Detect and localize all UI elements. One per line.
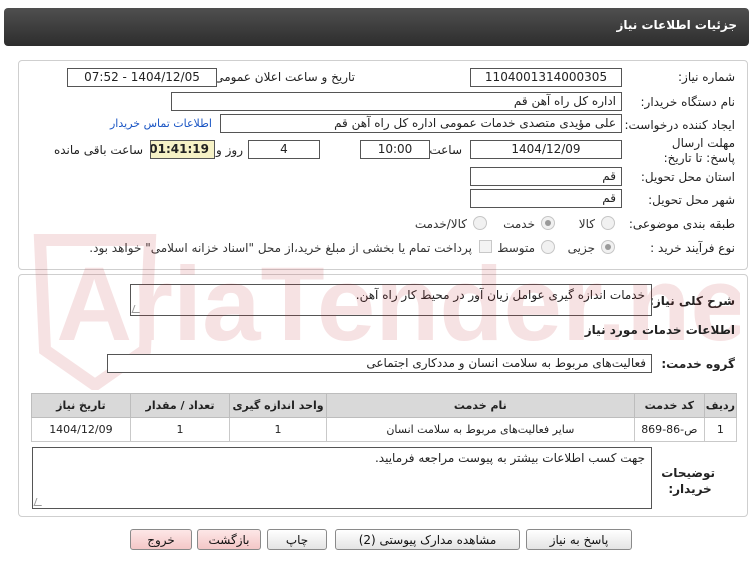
cell-service-code: ص-86-869 <box>633 417 705 442</box>
table-header-row: ردیف کد خدمت نام خدمت واحد اندازه گیری ت… <box>31 393 738 418</box>
days-field: 4 <box>248 140 320 159</box>
col-unit: واحد اندازه گیری <box>229 393 327 418</box>
resize-grip-icon[interactable] <box>131 305 143 313</box>
buyer-org-field: اداره کل راه آهن قم <box>171 92 622 111</box>
view-attachments-button[interactable]: مشاهده مدارک پیوستی (2) <box>335 529 520 550</box>
process-option-minor: جزیی <box>567 241 595 255</box>
buyer-notes-label: توضیحات خریدار: <box>661 466 715 496</box>
resize-grip-icon[interactable] <box>33 498 45 506</box>
table-row: 1 ص-86-869 سایر فعالیت‌های مربوط به سلام… <box>31 417 738 442</box>
process-radio-medium[interactable] <box>541 240 555 254</box>
category-radio-goods-service[interactable] <box>473 216 487 230</box>
category-option-goods: کالا <box>578 217 595 231</box>
cell-need-date: 1404/12/09 <box>31 417 131 442</box>
cell-service-name: سایر فعالیت‌های مربوط به سلامت انسان <box>325 417 635 442</box>
buyer-notes-field: جهت کسب اطلاعات بیشتر به پیوست مراجعه فر… <box>32 447 652 509</box>
col-quantity: تعداد / مقدار <box>129 393 231 418</box>
remaining-label: ساعت باقی مانده <box>53 143 143 157</box>
col-service-name: نام خدمت <box>325 393 635 418</box>
need-description-field: خدمات اندازه گیری عوامل زیان آور در محیط… <box>130 284 652 316</box>
buyer-contact-link[interactable]: اطلاعات تماس خریدار <box>110 117 212 130</box>
category-radio-goods[interactable] <box>601 216 615 230</box>
print-button[interactable]: چاپ <box>267 529 327 550</box>
need-description-label: شرح کلی نیاز: <box>649 294 735 308</box>
remaining-time-field: 01:41:19 <box>150 140 215 159</box>
services-section-title: اطلاعات خدمات مورد نیاز <box>584 323 735 337</box>
treasury-payment-checkbox[interactable] <box>479 240 492 253</box>
reply-button[interactable]: پاسخ به نیاز <box>526 529 632 550</box>
province-field: قم <box>470 167 622 186</box>
city-field: قم <box>470 189 622 208</box>
col-service-code: کد خدمت <box>633 393 705 418</box>
announce-datetime-label: تاریخ و ساعت اعلان عمومی: <box>210 70 355 84</box>
announce-datetime-field: 1404/12/05 - 07:52 <box>67 68 217 87</box>
treasury-payment-note: پرداخت تمام یا بخشی از مبلغ خرید،از محل … <box>89 241 472 255</box>
deadline-label: مهلت ارسال پاسخ: تا تاریخ: <box>663 136 735 165</box>
process-option-medium: متوسط <box>497 241 535 255</box>
category-label: طبقه بندی موضوعی: <box>628 217 735 231</box>
col-row-no: ردیف <box>703 393 738 418</box>
category-option-goods-service: کالا/خدمت <box>414 217 467 231</box>
category-option-service: خدمت <box>503 217 535 231</box>
col-need-date: تاریخ نیاز <box>31 393 131 418</box>
cell-row-no: 1 <box>703 417 738 442</box>
process-label: نوع فرآیند خرید : <box>650 241 735 255</box>
back-button[interactable]: بازگشت <box>197 529 261 550</box>
buyer-org-label: نام دستگاه خریدار: <box>640 95 736 109</box>
service-group-label: گروه خدمت: <box>661 357 735 371</box>
need-number-field: 1104001314000305 <box>470 68 622 87</box>
services-table: ردیف کد خدمت نام خدمت واحد اندازه گیری ت… <box>31 393 738 442</box>
province-label: استان محل تحویل: <box>640 170 735 184</box>
requester-field: علی مؤیدی متصدی خدمات عمومی اداره کل راه… <box>220 114 622 133</box>
category-radio-service[interactable] <box>541 216 555 230</box>
exit-button[interactable]: خروج <box>130 529 192 550</box>
deadline-time-label: ساعت <box>429 143 462 157</box>
cell-quantity: 1 <box>129 417 231 442</box>
deadline-time-field: 10:00 <box>360 140 430 159</box>
requester-label: ایجاد کننده درخواست: <box>624 118 735 132</box>
process-radio-minor[interactable] <box>601 240 615 254</box>
page-header: جزئیات اطلاعات نیاز <box>4 8 749 46</box>
service-group-field: فعالیت‌های مربوط به سلامت انسان و مددکار… <box>107 354 652 373</box>
page-title: جزئیات اطلاعات نیاز <box>616 18 737 32</box>
deadline-date-field: 1404/12/09 <box>470 140 622 159</box>
need-number-label: شماره نیاز: <box>678 70 735 84</box>
days-label: روز و <box>216 143 243 157</box>
city-label: شهر محل تحویل: <box>648 193 735 207</box>
cell-unit: 1 <box>229 417 327 442</box>
buyer-notes-text: جهت کسب اطلاعات بیشتر به پیوست مراجعه فر… <box>374 451 645 465</box>
need-description-text: خدمات اندازه گیری عوامل زیان آور در محیط… <box>355 288 645 302</box>
